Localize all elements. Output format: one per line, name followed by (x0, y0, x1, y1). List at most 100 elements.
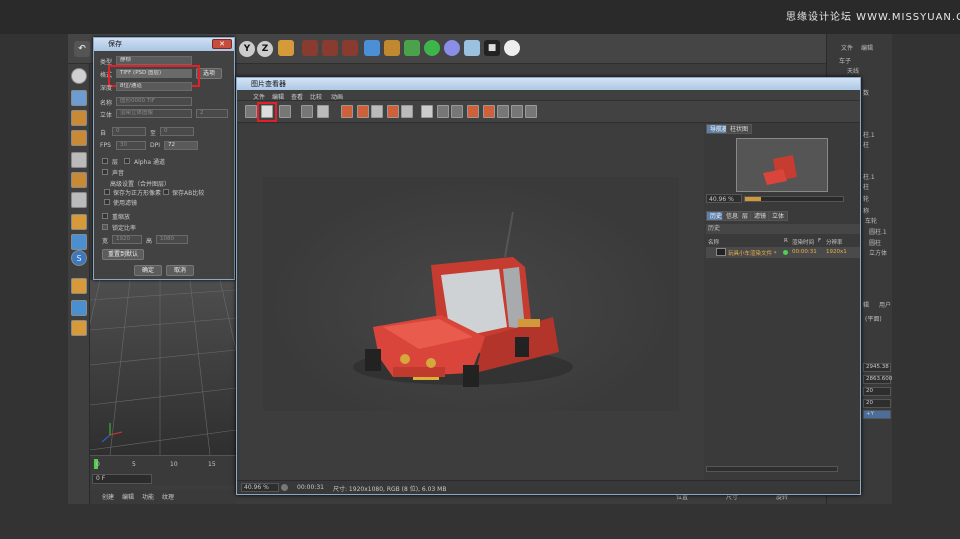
nav-zoom-slider[interactable] (744, 196, 844, 202)
lock-icon[interactable] (71, 300, 87, 316)
floor-icon[interactable] (464, 40, 480, 56)
zoom-field[interactable]: 40.96 % (241, 483, 279, 492)
render-region-icon[interactable] (302, 40, 318, 56)
viewer-menu-animation[interactable]: 动画 (331, 92, 343, 101)
obj-antenna[interactable]: 天线 (847, 66, 859, 75)
to-field[interactable]: 0 (160, 127, 194, 136)
format-select[interactable]: TIFF (PSD 图层) (116, 69, 192, 78)
menu-function[interactable]: 功能 (142, 492, 154, 501)
menu-edit[interactable]: 编辑 (122, 492, 134, 501)
y-axis-icon[interactable]: Y (239, 41, 255, 57)
options-button[interactable]: 选项 (196, 68, 222, 79)
alpha-checkbox[interactable] (124, 158, 130, 164)
obj-label-7[interactable]: 车轮 (865, 216, 877, 225)
set-a-icon[interactable] (467, 105, 479, 118)
axis-mode-icon[interactable] (71, 214, 87, 230)
save-icon[interactable] (261, 105, 273, 118)
compare-v-icon[interactable] (511, 105, 523, 118)
fps-field[interactable]: 30 (116, 141, 146, 150)
stop-render-icon[interactable] (317, 105, 329, 118)
obj-label-5[interactable]: 轮 (863, 194, 869, 203)
viewer-menu-edit[interactable]: 编辑 (272, 92, 284, 101)
frame-field[interactable]: 0 F (92, 474, 152, 484)
region-icon[interactable] (301, 105, 313, 118)
attr-label-1[interactable]: 用户 (879, 300, 891, 309)
subdivide-icon[interactable] (404, 40, 420, 56)
axis-button[interactable]: +Y (863, 410, 891, 419)
obj-label-10[interactable]: 立方体 (869, 248, 887, 257)
value-field-0[interactable]: 2945.38 (863, 363, 891, 372)
square-checkbox[interactable] (104, 189, 110, 195)
tab-stereo[interactable]: 立体 (768, 211, 789, 221)
stereo-number[interactable]: 2 (196, 109, 228, 118)
obj-menu-edit[interactable]: 编辑 (861, 43, 873, 52)
camera-icon[interactable]: ■ (484, 40, 500, 56)
type-select[interactable]: 静帧 (116, 56, 192, 65)
obj-car[interactable]: 车子 (839, 56, 851, 65)
dpi-field[interactable]: 72 (164, 141, 198, 150)
split-icon[interactable] (451, 105, 463, 118)
timeline[interactable]: 0 5 10 15 0 F (90, 455, 236, 485)
3d-viewport[interactable] (90, 280, 236, 455)
from-field[interactable]: 0 (112, 127, 146, 136)
undo-icon[interactable]: ↶ (74, 41, 90, 57)
tweak-mode-icon[interactable] (71, 234, 87, 250)
stereo-select[interactable]: 渲染立体图像 (116, 109, 192, 118)
obj-menu-file[interactable]: 文件 (841, 43, 853, 52)
height-field[interactable]: 1080 (156, 235, 188, 244)
workplane-lock-icon[interactable] (71, 320, 87, 336)
ok-button[interactable]: 确定 (134, 265, 162, 276)
z-axis-icon[interactable]: Z (257, 41, 273, 57)
polygons-mode-icon[interactable] (71, 192, 87, 208)
ratio-checkbox[interactable] (102, 224, 108, 230)
obj-label-3[interactable]: 柱.1 (863, 172, 875, 181)
compare-ab-icon[interactable] (421, 105, 433, 118)
difference-icon[interactable] (525, 105, 537, 118)
model-mode-icon[interactable] (71, 90, 87, 106)
obj-label-4[interactable]: 柱 (863, 182, 869, 191)
scale-checkbox[interactable] (102, 213, 108, 219)
settings-icon[interactable] (401, 105, 413, 118)
sound-checkbox[interactable] (102, 169, 108, 175)
obj-label-1[interactable]: 柱.1 (863, 130, 875, 139)
render-view-icon[interactable] (322, 40, 338, 56)
open-icon[interactable] (245, 105, 257, 118)
texture-mode-icon[interactable] (71, 110, 87, 126)
save-all-icon[interactable] (279, 105, 291, 118)
viewer-menu-compare[interactable]: 比较 (310, 92, 322, 101)
set-b-icon[interactable] (483, 105, 495, 118)
tab-histogram[interactable]: 柱状图 (726, 124, 753, 134)
obj-label-6[interactable]: 称 (863, 206, 869, 215)
render-canvas[interactable] (239, 124, 704, 480)
viewer-menu-view[interactable]: 查看 (291, 92, 303, 101)
menu-texture[interactable]: 纹理 (162, 492, 174, 501)
obj-label-2[interactable]: 柱 (863, 140, 869, 149)
render-all-icon[interactable] (387, 105, 399, 118)
edges-mode-icon[interactable] (71, 172, 87, 188)
depth-select[interactable]: 8位/通道 (116, 82, 192, 91)
width-field[interactable]: 1920 (112, 235, 142, 244)
deformer-icon[interactable] (444, 40, 460, 56)
filter-checkbox[interactable] (104, 199, 110, 205)
navigator-thumbnail[interactable] (736, 138, 828, 192)
render-icon[interactable] (341, 105, 353, 118)
viewer-menu-file[interactable]: 文件 (253, 92, 265, 101)
name-field[interactable]: 图形0000.TIF (116, 97, 192, 106)
tab-filter[interactable]: 滤镜 (750, 211, 771, 221)
snap-icon[interactable]: S (71, 250, 87, 266)
obj-label-8[interactable]: 圆柱.1 (869, 227, 887, 236)
render-settings-icon[interactable] (342, 40, 358, 56)
pen-icon[interactable] (384, 40, 400, 56)
history-row[interactable]: 玩具小车渲染文件 * 00:00:31 1920x1 (706, 247, 860, 258)
cancel-button[interactable]: 取消 (166, 265, 194, 276)
history-scrollbar[interactable] (706, 466, 838, 472)
close-icon[interactable]: ✕ (212, 39, 232, 49)
primitive-cube-icon[interactable] (364, 40, 380, 56)
reset-default-button[interactable]: 重置到默认 (102, 249, 144, 260)
nav-zoom-field[interactable]: 40.96 % (706, 194, 742, 203)
menu-create[interactable]: 创建 (102, 492, 114, 501)
generator-icon[interactable] (424, 40, 440, 56)
obj-label-9[interactable]: 圆柱 (869, 238, 881, 247)
compare-h-icon[interactable] (497, 105, 509, 118)
value-field-2[interactable]: 20 (863, 387, 891, 396)
